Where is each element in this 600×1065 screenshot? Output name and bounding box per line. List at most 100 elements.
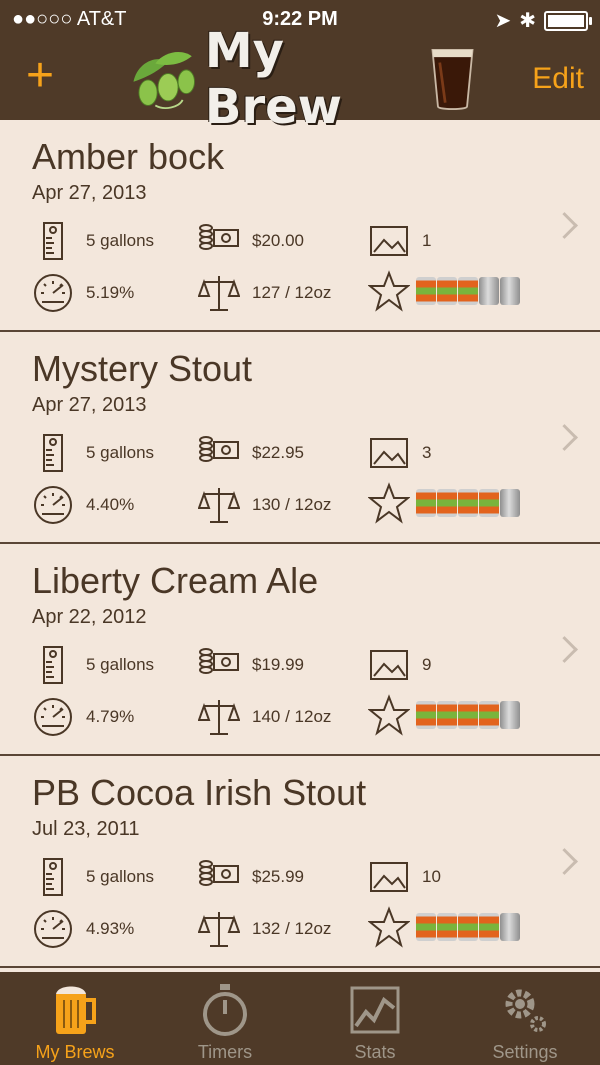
yield-stat: 132 / 12oz [198, 908, 331, 950]
battery-icon [544, 10, 592, 31]
photo-count: 9 [422, 655, 432, 674]
photos-stat: 10 [368, 856, 441, 898]
photos-stat: 9 [368, 644, 431, 686]
chart-icon [350, 986, 400, 1034]
beer-mug-icon [56, 986, 96, 1034]
cost-stat: $20.00 [198, 220, 304, 262]
star-icon [368, 270, 410, 312]
scale-icon [198, 488, 240, 523]
gauge-icon [34, 910, 72, 948]
abv-value: 5.19% [86, 283, 135, 302]
star-icon [368, 694, 410, 736]
photos-stat: 3 [368, 432, 431, 474]
photo-count: 3 [422, 443, 432, 462]
photos-stat: 1 [368, 220, 431, 262]
brew-list: Amber bock Apr 27, 2013 5 gallons $20.00… [0, 120, 600, 972]
yield-value: 140 / 12oz [252, 707, 332, 726]
tab-bar: My Brews Timers Stats Settings [0, 972, 600, 1065]
volume-stat: 5 gallons [32, 220, 154, 262]
abv-stat: 4.79% [32, 696, 134, 738]
location-icon: ➤ [494, 10, 512, 32]
beer-can-filled-icon [458, 489, 478, 517]
yield-value: 132 / 12oz [252, 919, 332, 938]
beer-can-filled-icon [458, 913, 478, 941]
beer-can-filled-icon [479, 489, 499, 517]
scale-icon [198, 912, 240, 947]
tab-stats[interactable]: Stats [300, 972, 450, 1065]
scale-icon [198, 276, 240, 311]
cost-stat: $22.95 [198, 432, 304, 474]
abv-value: 4.40% [86, 495, 135, 514]
money-icon [199, 860, 239, 886]
beer-can-empty-icon [479, 277, 499, 305]
star-icon [368, 906, 410, 948]
abv-stat: 5.19% [32, 272, 134, 314]
bluetooth-icon: ✱ [519, 10, 536, 32]
beer-can-filled-icon [416, 913, 436, 941]
chevron-right-icon [551, 636, 578, 663]
edit-button[interactable]: Edit [532, 62, 584, 96]
hydrometer-icon [43, 646, 63, 684]
volume-stat: 5 gallons [32, 856, 154, 898]
beer-can-empty-icon [500, 701, 520, 729]
tab-label: Settings [492, 1042, 558, 1062]
beer-can-filled-icon [479, 913, 499, 941]
tab-label: Timers [197, 1042, 253, 1062]
hydrometer-icon [43, 222, 63, 260]
beer-can-filled-icon [416, 277, 436, 305]
beer-can-filled-icon [437, 701, 457, 729]
money-icon [199, 648, 239, 674]
brew-date: Apr 22, 2012 [32, 606, 147, 628]
abv-value: 4.79% [86, 707, 135, 726]
photo-icon [370, 226, 408, 256]
volume-value: 5 gallons [86, 867, 155, 886]
brew-list-item[interactable]: Amber bock Apr 27, 2013 5 gallons $20.00… [0, 120, 600, 332]
rating-cans [416, 277, 521, 305]
brew-date: Apr 27, 2013 [32, 182, 147, 204]
photo-icon [370, 650, 408, 680]
scale-icon [198, 700, 240, 735]
brew-name: Mystery Stout [32, 348, 253, 389]
beer-can-filled-icon [437, 489, 457, 517]
beer-can-empty-icon [500, 913, 520, 941]
yield-stat: 127 / 12oz [198, 272, 331, 314]
tab-timers[interactable]: Timers [150, 972, 300, 1065]
cost-value: $20.00 [252, 231, 304, 250]
abv-stat: 4.93% [32, 908, 134, 950]
chevron-right-icon [551, 424, 578, 451]
brew-name: Amber bock [32, 136, 225, 177]
brew-date: Apr 27, 2013 [32, 394, 147, 416]
brew-list-item[interactable]: Mystery Stout Apr 27, 2013 5 gallons $22… [0, 332, 600, 544]
app-logo: My Brew [128, 23, 478, 135]
cost-value: $22.95 [252, 443, 304, 462]
photo-count: 1 [422, 231, 432, 250]
abv-stat: 4.40% [32, 484, 134, 526]
photo-count: 10 [422, 867, 441, 886]
abv-value: 4.93% [86, 919, 135, 938]
rating-cans [416, 913, 521, 941]
header-bar: ●●○○○ AT&T 9:22 PM ➤ ✱ + My Brew Edit [0, 0, 600, 135]
beer-can-filled-icon [479, 701, 499, 729]
beer-can-filled-icon [437, 913, 457, 941]
photo-icon [370, 438, 408, 468]
beer-can-filled-icon [458, 277, 478, 305]
beer-can-empty-icon [500, 277, 520, 305]
navigation-bar: + My Brew Edit [0, 23, 600, 135]
tab-my-brews[interactable]: My Brews [0, 972, 150, 1065]
hydrometer-icon [43, 434, 63, 472]
app-title: My Brew [204, 23, 343, 135]
chevron-right-icon [551, 212, 578, 239]
volume-value: 5 gallons [86, 443, 155, 462]
tab-settings[interactable]: Settings [450, 972, 600, 1065]
rating-stat [368, 482, 521, 524]
brew-list-item[interactable]: PB Cocoa Irish Stout Jul 23, 2011 5 gall… [0, 756, 600, 968]
stopwatch-icon [203, 984, 247, 1036]
volume-stat: 5 gallons [32, 644, 154, 686]
yield-stat: 130 / 12oz [198, 484, 331, 526]
gauge-icon [34, 486, 72, 524]
rating-stat [368, 270, 521, 312]
brew-list-item[interactable]: Liberty Cream Ale Apr 22, 2012 5 gallons… [0, 544, 600, 756]
money-icon [199, 436, 239, 462]
photo-icon [370, 862, 408, 892]
add-brew-button[interactable]: + [26, 52, 54, 100]
